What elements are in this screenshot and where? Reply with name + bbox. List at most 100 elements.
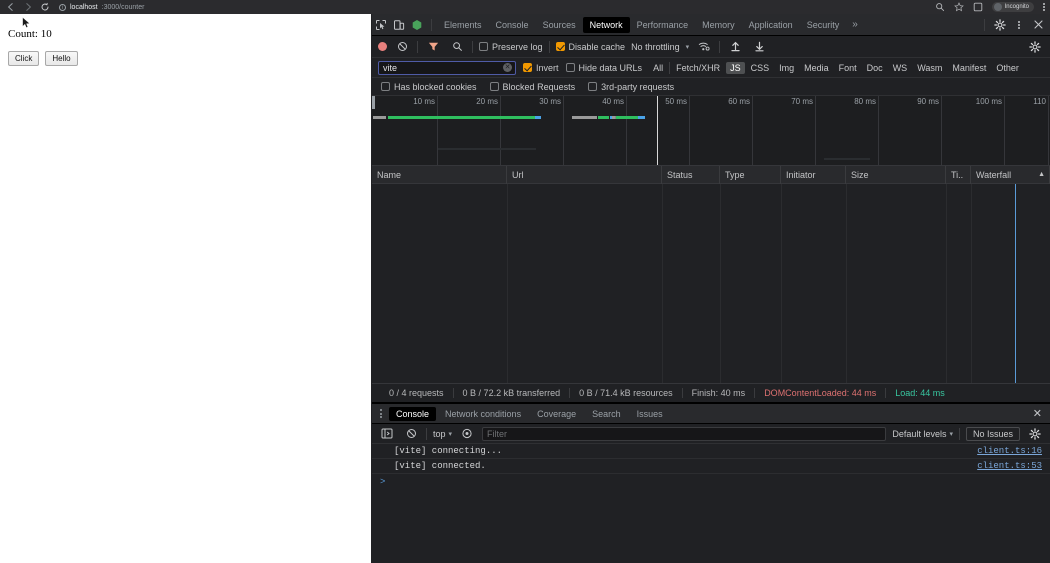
vue-devtools-icon[interactable] [408,16,426,34]
no-issues-button[interactable]: No Issues [966,427,1020,441]
inspect-element-icon[interactable] [372,16,390,34]
column-header-waterfall[interactable]: Waterfall ▲ [971,166,1050,184]
tab-console[interactable]: Console [489,17,536,33]
type-filter-js[interactable]: JS [726,62,745,74]
overview-tick-10ms: 10 ms [413,97,435,106]
tab-security[interactable]: Security [800,17,847,33]
chrome-toolbar-right: Incognito [935,2,1050,12]
back-arrow-icon[interactable] [6,2,16,12]
chrome-menu-icon[interactable] [1043,3,1045,11]
extensions-icon[interactable] [973,2,983,12]
kebab-menu-icon[interactable] [1010,16,1028,34]
live-expression-eye-icon[interactable] [458,425,476,443]
import-har-icon[interactable] [726,38,744,56]
hide-data-urls-checkbox[interactable]: Hide data URLs [566,63,643,73]
console-prompt[interactable]: > [372,474,1050,490]
device-toolbar-icon[interactable] [390,16,408,34]
tab-elements[interactable]: Elements [437,17,489,33]
drawer-menu-icon[interactable] [375,409,387,418]
export-har-icon[interactable] [750,38,768,56]
drawer-tab-console[interactable]: Console [389,407,436,421]
column-header-size[interactable]: Size [846,166,946,184]
drawer-tab-network-conditions[interactable]: Network conditions [438,407,528,421]
type-filter-doc[interactable]: Doc [863,62,887,74]
bookmark-star-icon[interactable] [954,2,964,12]
blocked-requests-checkbox[interactable]: Blocked Requests [490,82,576,92]
incognito-indicator[interactable]: Incognito [992,2,1034,12]
has-blocked-cookies-checkbox[interactable]: Has blocked cookies [381,82,477,92]
tab-performance[interactable]: Performance [630,17,696,33]
type-filter-all[interactable]: All [649,62,667,74]
count-text: Count: 10 [8,28,363,40]
column-divider [662,184,663,383]
requests-table-body[interactable] [372,184,1050,383]
filter-funnel-icon[interactable] [424,38,442,56]
clear-button[interactable] [393,38,411,56]
console-context-selector[interactable]: top ▾ [433,429,452,439]
type-filter-media[interactable]: Media [800,62,833,74]
close-drawer-icon[interactable]: ✕ [1025,407,1050,420]
clear-filter-icon[interactable]: ✕ [503,63,512,72]
network-filter-value: vite [383,63,397,73]
chevron-down-icon[interactable]: ▾ [686,43,690,51]
column-header-status[interactable]: Status [662,166,720,184]
tab-memory[interactable]: Memory [695,17,742,33]
tab-application[interactable]: Application [742,17,800,33]
summary-domcontentloaded: DOMContentLoaded: 44 ms [755,388,886,398]
more-tabs-icon[interactable]: » [846,19,864,30]
type-filter-font[interactable]: Font [835,62,861,74]
tab-sources[interactable]: Sources [536,17,583,33]
network-overview-timeline[interactable]: 10 ms 20 ms 30 ms 40 ms 50 ms 60 ms 70 m… [372,96,1050,166]
column-header-type[interactable]: Type [720,166,781,184]
column-header-name[interactable]: Name [372,166,507,184]
console-sidebar-icon[interactable] [378,425,396,443]
type-filter-img[interactable]: Img [775,62,798,74]
column-header-initiator[interactable]: Initiator [781,166,846,184]
disable-cache-checkbox[interactable]: Disable cache [556,42,626,52]
console-messages[interactable]: [vite] connecting... client.ts:16 [vite]… [372,444,1050,563]
gear-icon[interactable] [991,16,1009,34]
preserve-log-checkbox[interactable]: Preserve log [479,42,543,52]
network-settings-gear-icon[interactable] [1026,38,1044,56]
drawer-tab-issues[interactable]: Issues [630,407,670,421]
click-button[interactable]: Click [8,51,39,66]
console-log-source[interactable]: client.ts:53 [977,461,1050,471]
console-filter-input[interactable]: Filter [482,427,886,441]
clear-console-icon[interactable] [402,425,420,443]
hello-button[interactable]: Hello [45,51,77,66]
type-filter-fetch-xhr[interactable]: Fetch/XHR [672,62,724,74]
drawer-tab-search[interactable]: Search [585,407,628,421]
site-info-icon[interactable]: i [59,4,66,11]
forward-arrow-icon[interactable] [23,2,33,12]
console-levels-selector[interactable]: Default levels ▾ [892,429,953,439]
column-header-url[interactable]: Url [507,166,662,184]
search-icon[interactable] [448,38,466,56]
toolbar-divider-1 [417,41,418,53]
wifi-conditions-icon[interactable] [695,38,713,56]
record-button[interactable] [378,42,387,51]
reload-icon[interactable] [40,2,50,12]
search-icon[interactable] [935,2,945,12]
overview-tick-20ms: 20 ms [476,97,498,106]
type-filter-ws[interactable]: WS [889,62,912,74]
console-settings-gear-icon[interactable] [1026,425,1044,443]
network-filter-input[interactable]: vite ✕ [378,61,516,75]
third-party-requests-checkbox[interactable]: 3rd-party requests [588,82,674,92]
tab-network[interactable]: Network [583,17,630,33]
type-filter-wasm[interactable]: Wasm [913,62,946,74]
close-icon[interactable] [1029,16,1047,34]
address-bar[interactable]: i localhost:3000/counter [59,2,935,13]
throttling-select[interactable]: No throttling [631,42,680,52]
console-log-source[interactable]: client.ts:16 [977,446,1050,456]
console-log-row[interactable]: [vite] connected. client.ts:53 [372,459,1050,474]
type-filter-css[interactable]: CSS [747,62,774,74]
type-filter-manifest[interactable]: Manifest [948,62,990,74]
console-log-row[interactable]: [vite] connecting... client.ts:16 [372,444,1050,459]
sort-ascending-icon[interactable]: ▲ [1038,166,1049,184]
drawer-tab-coverage[interactable]: Coverage [530,407,583,421]
network-advanced-filter-row: Has blocked cookies Blocked Requests 3rd… [372,78,1050,96]
type-filter-other[interactable]: Other [992,62,1023,74]
column-header-time[interactable]: Ti.. [946,166,971,184]
browser-toolbar: i localhost:3000/counter Incognito [0,0,1050,14]
invert-checkbox[interactable]: Invert [523,63,559,73]
